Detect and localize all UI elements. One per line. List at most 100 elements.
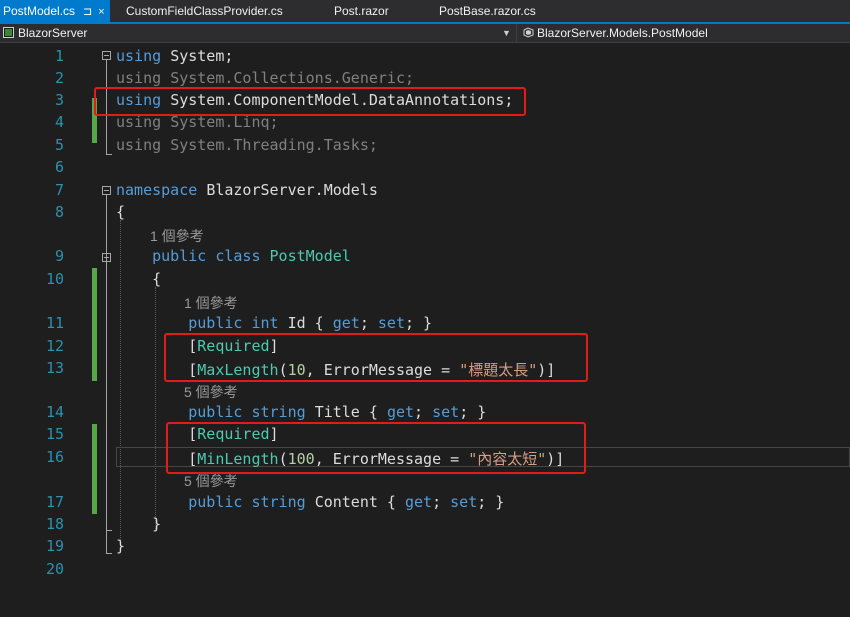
line-number: 6	[54, 158, 64, 176]
highlight-box-minlength	[166, 422, 586, 474]
line-number: 14	[45, 403, 64, 421]
codelens-reference-count[interactable]: 1 個參考	[150, 226, 204, 246]
code-token: set	[432, 403, 460, 421]
code-line: 2 using System.Collections.Generic;	[0, 67, 850, 89]
code-line: 17 public string Content { get; set; }	[0, 491, 850, 513]
code-token: }	[116, 515, 162, 533]
line-number: 20	[45, 560, 64, 578]
code-token: System;	[170, 47, 234, 65]
code-text: }	[116, 537, 125, 555]
code-token: PostModel	[269, 247, 351, 265]
code-token: Content {	[314, 493, 405, 511]
line-number: 2	[54, 69, 64, 87]
code-line: 9 public class PostModel	[0, 245, 850, 267]
line-number: 5	[54, 136, 64, 154]
code-line: 18 }	[0, 513, 850, 535]
line-number: 1	[54, 47, 64, 65]
csharp-project-icon	[3, 27, 14, 38]
tab-label: PostBase.razor.cs	[439, 4, 536, 18]
code-token: {	[116, 203, 126, 221]
code-token: string	[251, 493, 306, 511]
code-line: 10 {	[0, 268, 850, 290]
project-name: BlazorServer	[18, 26, 88, 40]
tab-customfieldclassprovider-cs[interactable]: CustomFieldClassProvider.cs	[118, 0, 291, 22]
code-token: using	[116, 47, 162, 65]
line-number: 16	[45, 448, 64, 466]
code-token: get	[332, 314, 360, 332]
code-text: public string Title { get; set; }	[116, 403, 486, 421]
code-text: {	[116, 270, 161, 288]
line-number: 19	[45, 537, 64, 555]
line-number: 7	[54, 181, 64, 199]
line-number: 3	[54, 91, 64, 109]
line-number: 9	[54, 247, 64, 265]
code-text: using System;	[116, 47, 233, 65]
code-line: 5 using System.Threading.Tasks;	[0, 134, 850, 156]
codelens-reference-count[interactable]: 5 個參考	[184, 471, 238, 491]
code-token: string	[251, 403, 306, 421]
code-line: 7 namespace BlazorServer.Models	[0, 179, 850, 201]
code-text: namespace BlazorServer.Models	[116, 181, 378, 199]
code-token: set	[450, 493, 478, 511]
code-token: public	[152, 247, 207, 265]
member-dropdown[interactable]: BlazorServer.Models.PostModel	[516, 24, 850, 42]
code-token: using	[116, 69, 162, 87]
code-token: class	[215, 247, 261, 265]
line-number: 17	[45, 493, 64, 511]
tab-postbase-razor-cs[interactable]: PostBase.razor.cs	[431, 0, 544, 22]
code-token: namespace	[116, 181, 198, 199]
codelens-row: 5 個參考	[0, 379, 850, 401]
highlight-box-using-dataannotations	[94, 87, 526, 116]
tab-label: PostModel.cs	[3, 4, 76, 18]
tab-post-razor[interactable]: Post.razor	[326, 0, 397, 22]
code-text: public string Content { get; set; }	[116, 493, 504, 511]
project-dropdown[interactable]: BlazorServer ▼	[0, 24, 512, 42]
pin-icon[interactable]: ⊐	[83, 1, 92, 23]
code-token: set	[377, 314, 405, 332]
code-token: public	[188, 403, 243, 421]
code-token: {	[116, 270, 162, 288]
chevron-down-icon[interactable]: ▼	[502, 24, 511, 42]
code-line: 6	[0, 156, 850, 178]
line-number: 13	[45, 359, 64, 377]
code-line: 1 using System;	[0, 45, 850, 67]
code-line: 11 public int Id { get; set; }	[0, 312, 850, 334]
code-token: System.Collections.Generic;	[170, 69, 415, 87]
code-token: get	[386, 403, 415, 421]
highlight-box-maxlength	[164, 333, 588, 382]
code-token: public	[188, 314, 243, 332]
tab-label: Post.razor	[334, 4, 389, 18]
line-number: 10	[45, 270, 64, 288]
tab-postmodel-cs[interactable]: PostModel.cs ⊐ ×	[0, 0, 110, 22]
code-line: 19}	[0, 535, 850, 557]
code-text: }	[116, 515, 161, 533]
tab-label: CustomFieldClassProvider.cs	[126, 4, 283, 18]
codelens-reference-count[interactable]: 1 個參考	[184, 293, 238, 313]
line-number: 4	[54, 113, 64, 131]
code-token: ;	[414, 403, 433, 421]
codelens-reference-count[interactable]: 5 個參考	[184, 382, 238, 402]
code-text: using System.Threading.Tasks;	[116, 136, 378, 154]
line-number: 18	[45, 515, 64, 533]
codelens-row: 1 個參考	[0, 290, 850, 312]
code-token: BlazorServer.Models	[206, 181, 378, 199]
line-number: 8	[54, 203, 64, 221]
code-editor[interactable]: 1 using System; 2 using System.Collections.…	[0, 43, 850, 617]
code-token: ;	[432, 493, 451, 511]
code-token: ; }	[459, 403, 487, 421]
code-token: ; }	[405, 314, 433, 332]
code-line: 20	[0, 558, 850, 580]
code-token: public	[188, 493, 243, 511]
code-token: using	[116, 136, 162, 154]
close-icon[interactable]: ×	[98, 1, 104, 23]
class-icon	[523, 27, 534, 38]
member-name: BlazorServer.Models.PostModel	[537, 26, 708, 40]
code-token: ; }	[477, 493, 505, 511]
code-token: Id {	[287, 314, 333, 332]
code-token: Title {	[314, 403, 387, 421]
line-number: 15	[45, 425, 64, 443]
